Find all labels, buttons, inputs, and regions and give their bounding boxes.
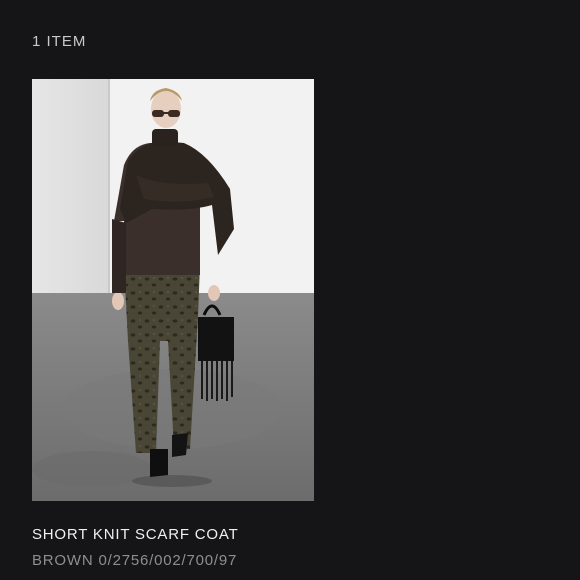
results-count: 1 ITEM [32, 33, 87, 50]
product-reference: 0/2756/002/700/97 [98, 552, 238, 569]
product-meta: BROWN 0/2756/002/700/97 [32, 552, 237, 569]
product-image[interactable] [32, 79, 314, 501]
product-photo-illustration [32, 79, 314, 501]
product-name[interactable]: SHORT KNIT SCARF COAT [32, 526, 239, 543]
product-color: BROWN [32, 552, 94, 569]
